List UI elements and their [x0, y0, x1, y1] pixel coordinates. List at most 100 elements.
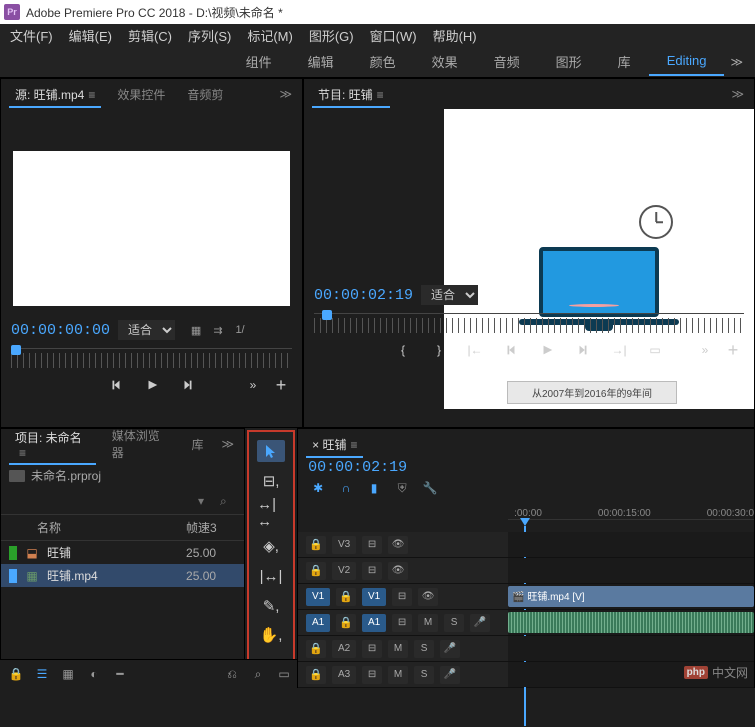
search-icon[interactable]: ⌕ [220, 494, 234, 508]
mark-in-button[interactable]: { [394, 341, 412, 359]
menu-graphics[interactable]: 图形(G) [301, 24, 362, 47]
play-button[interactable] [143, 376, 161, 394]
snap-icon[interactable]: ✱ [310, 480, 326, 496]
wrench-icon[interactable]: 🔧 [422, 480, 438, 496]
source-timecode[interactable]: 00:00:00:00 [11, 322, 110, 339]
sync-lock-button[interactable]: ⊟ [392, 614, 412, 632]
workspace-effects[interactable]: 效果 [414, 46, 476, 77]
track-content[interactable] [508, 532, 754, 557]
play-button[interactable] [538, 341, 556, 359]
toggle-track-output-button[interactable]: 👁 [388, 562, 408, 580]
source-scrubber[interactable] [11, 348, 292, 368]
step-back-button[interactable] [502, 341, 520, 359]
track-content[interactable] [508, 636, 754, 661]
menu-help[interactable]: 帮助(H) [425, 24, 485, 47]
source-patch-button[interactable]: A1 [306, 614, 330, 632]
lock-track-button[interactable]: 🔒 [336, 588, 356, 606]
workspace-library[interactable]: 库 [600, 46, 649, 77]
program-zoom-select[interactable]: 适合 [421, 285, 478, 305]
video-clip[interactable]: 🎬 旺铺.mp4 [V] [508, 586, 754, 607]
lock-track-button[interactable]: 🔒 [306, 536, 326, 554]
find-icon[interactable]: ⌕ [250, 666, 266, 682]
track-content[interactable] [508, 558, 754, 583]
menu-sequence[interactable]: 序列(S) [180, 24, 239, 47]
selection-tool[interactable] [257, 440, 285, 462]
linked-selection-icon[interactable]: ∩ [338, 480, 354, 496]
media-browser-tab[interactable]: 媒体浏览器 [102, 423, 180, 465]
track-label[interactable]: V3 [332, 536, 356, 554]
freeform-view-icon[interactable]: ◐ [86, 666, 102, 682]
readonly-toggle-icon[interactable]: 🔒 [8, 666, 24, 682]
sync-lock-button[interactable]: ⊟ [362, 666, 382, 684]
column-framerate[interactable]: 帧速3 [186, 519, 236, 536]
menu-file[interactable]: 文件(F) [2, 24, 61, 47]
audio-clip[interactable] [508, 612, 754, 633]
settings-icon[interactable]: ▦ [189, 323, 203, 337]
voice-over-button[interactable]: 🎤 [440, 666, 460, 684]
column-name[interactable]: 名称 [9, 519, 186, 536]
icon-view-icon[interactable]: ▦ [60, 666, 76, 682]
step-forward-button[interactable] [574, 341, 592, 359]
mark-out-button[interactable]: } [430, 341, 448, 359]
workspace-assembly[interactable]: 组件 [228, 46, 290, 77]
lock-track-button[interactable]: 🔒 [306, 640, 326, 658]
add-marker-icon[interactable]: ▮ [366, 480, 382, 496]
voice-over-button[interactable]: 🎤 [440, 640, 460, 658]
sync-lock-button[interactable]: ⊟ [362, 536, 382, 554]
toggle-track-output-button[interactable]: 👁 [418, 588, 438, 606]
new-bin-icon[interactable]: ▭ [276, 666, 292, 682]
toggle-track-output-button[interactable]: 👁 [388, 536, 408, 554]
track-target-button[interactable]: A1 [362, 614, 386, 632]
menu-window[interactable]: 窗口(W) [362, 24, 425, 47]
timeline-tab[interactable]: × 旺铺≡ [302, 432, 367, 457]
pen-tool[interactable]: ✎, [257, 595, 285, 617]
workspace-overflow-icon[interactable]: ≫ [724, 55, 749, 69]
ripple-edit-tool[interactable]: ↔|↔ [257, 499, 285, 527]
workspace-graphics[interactable]: 图形 [538, 46, 600, 77]
mute-button[interactable]: M [388, 640, 408, 658]
project-item-video[interactable]: ▦ 旺铺.mp4 25.00 [1, 564, 244, 587]
export-frame-button[interactable]: + [724, 341, 742, 359]
lock-track-button[interactable]: 🔒 [336, 614, 356, 632]
source-tab[interactable]: 源: 旺铺.mp4≡ [5, 82, 105, 107]
filter-icon[interactable]: ▾ [198, 494, 212, 508]
program-tab[interactable]: 节目: 旺铺≡ [308, 82, 394, 107]
solo-button[interactable]: S [414, 640, 434, 658]
go-to-in-button[interactable]: |← [466, 341, 484, 359]
timeline-ruler[interactable]: :00:00 00:00:15:00 00:00:30:0 [508, 500, 754, 520]
automate-icon[interactable]: ⎌ [224, 666, 240, 682]
workspace-audio[interactable]: 音频 [476, 46, 538, 77]
mute-button[interactable]: M [418, 614, 438, 632]
track-label[interactable]: A3 [332, 666, 356, 684]
lock-track-button[interactable]: 🔒 [306, 562, 326, 580]
workspace-editing[interactable]: Editing [649, 47, 725, 76]
insert-button[interactable]: + [272, 376, 290, 394]
track-select-tool[interactable]: ⊟, [257, 470, 285, 492]
rate-stretch-tool[interactable]: ◈, [257, 535, 285, 557]
playhead-icon[interactable] [11, 345, 21, 355]
track-target-button[interactable]: V1 [362, 588, 386, 606]
step-forward-button[interactable] [179, 376, 197, 394]
program-timecode[interactable]: 00:00:02:19 [314, 287, 413, 304]
lock-track-button[interactable]: 🔒 [306, 666, 326, 684]
sync-lock-button[interactable]: ⊟ [362, 562, 382, 580]
menu-clip[interactable]: 剪辑(C) [120, 24, 180, 47]
project-tab[interactable]: 项目: 未命名≡ [5, 425, 100, 464]
timeline-settings-icon[interactable]: ⛨ [394, 480, 410, 496]
overflow-icon[interactable]: » [696, 341, 714, 359]
track-content[interactable]: 🎬 旺铺.mp4 [V] [508, 584, 754, 609]
menu-marker[interactable]: 标记(M) [239, 24, 301, 47]
hand-tool[interactable]: ✋, [257, 625, 285, 647]
panel-menu-icon[interactable]: ≡ [350, 438, 357, 452]
playhead-icon[interactable] [322, 310, 332, 320]
workspace-color[interactable]: 颜色 [352, 46, 414, 77]
list-view-icon[interactable]: ☰ [34, 666, 50, 682]
lift-button[interactable]: ▭ [646, 341, 664, 359]
sync-lock-button[interactable]: ⊟ [362, 640, 382, 658]
menu-edit[interactable]: 编辑(E) [61, 24, 120, 47]
resolution-icon[interactable]: ⇉ [211, 323, 225, 337]
go-to-out-button[interactable]: →| [610, 341, 628, 359]
audio-clip-tab[interactable]: 音频剪 [177, 82, 233, 107]
slip-tool[interactable]: |↔| [257, 565, 285, 587]
step-back-button[interactable] [107, 376, 125, 394]
